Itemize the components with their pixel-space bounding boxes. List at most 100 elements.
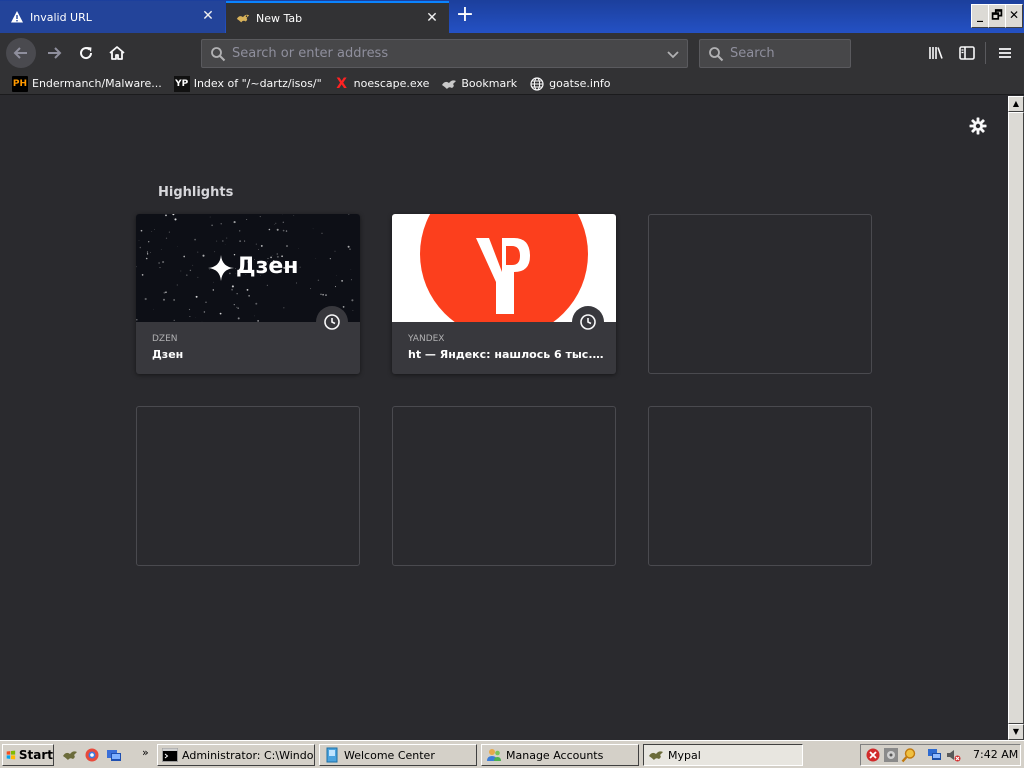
taskbar-item-welcome-center[interactable]: Welcome Center bbox=[319, 744, 477, 766]
mypal-icon bbox=[236, 11, 250, 25]
warning-icon bbox=[10, 10, 24, 24]
search-input[interactable] bbox=[730, 40, 840, 67]
mypal-quicklaunch-icon[interactable] bbox=[62, 747, 78, 763]
bookmark-item[interactable]: X noescape.exe bbox=[334, 75, 430, 92]
bookmark-label: Bookmark bbox=[461, 77, 518, 90]
card-title: ht — Яндекс: нашлось 6 тыс. р... bbox=[408, 348, 604, 361]
arrow-left-icon bbox=[13, 47, 27, 59]
taskbar-item-manage-accounts[interactable]: Manage Accounts bbox=[481, 744, 639, 766]
bookmarks-toolbar: PH Endermanch/Malware... YP Index of "/~… bbox=[0, 73, 1024, 95]
library-icon bbox=[929, 47, 943, 59]
task-label: Mypal bbox=[668, 748, 701, 762]
windows-logo-icon bbox=[6, 750, 16, 760]
sidebar-icon bbox=[959, 46, 975, 60]
task-label: Manage Accounts bbox=[506, 748, 604, 762]
library-button[interactable] bbox=[922, 39, 950, 67]
search-icon bbox=[210, 46, 226, 62]
scroll-up-button[interactable]: ▲ bbox=[1008, 96, 1024, 112]
command-prompt-icon bbox=[162, 748, 178, 762]
taskbar-item-command-prompt[interactable]: Administrator: C:\Windo... bbox=[157, 744, 315, 766]
welcome-center-icon bbox=[326, 747, 338, 763]
search-bar[interactable] bbox=[699, 39, 851, 68]
task-label: Administrator: C:\Windo... bbox=[182, 748, 315, 762]
volume-muted-icon[interactable] bbox=[945, 747, 961, 763]
clock-icon bbox=[572, 306, 604, 338]
home-icon bbox=[109, 46, 125, 60]
site-favicon-icon: PH bbox=[12, 75, 28, 92]
site-favicon-icon: YP bbox=[173, 75, 190, 92]
tab-invalid-url[interactable]: Invalid URL ✕ bbox=[0, 1, 225, 33]
gear-icon[interactable] bbox=[968, 116, 988, 136]
address-input[interactable] bbox=[232, 40, 652, 67]
empty-card-slot bbox=[648, 406, 872, 566]
tab-strip: Invalid URL ✕ New Tab ✕ + _ 🗗 ✕ bbox=[0, 0, 1024, 33]
card-host: DZEN bbox=[152, 334, 178, 344]
show-desktop-icon[interactable] bbox=[106, 747, 122, 763]
bookmark-label: Endermanch/Malware... bbox=[32, 77, 162, 90]
bookmark-label: Index of "/~dartz/isos/" bbox=[193, 77, 322, 90]
close-window-button[interactable]: ✕ bbox=[1005, 4, 1023, 28]
start-label: Start bbox=[18, 748, 53, 762]
start-button[interactable]: Start bbox=[2, 744, 54, 766]
bookmark-item[interactable]: YP Index of "/~dartz/isos/" bbox=[173, 75, 322, 92]
tab-new-tab[interactable]: New Tab ✕ bbox=[226, 1, 449, 33]
tab-label: New Tab bbox=[256, 11, 303, 25]
maximize-button[interactable]: 🗗 bbox=[988, 4, 1006, 28]
tab-label: Invalid URL bbox=[30, 10, 92, 24]
scroll-down-button[interactable]: ▼ bbox=[1008, 724, 1024, 740]
card-host: YANDEX bbox=[408, 334, 445, 344]
empty-card-slot bbox=[392, 406, 616, 566]
new-tab-page: Highlights Дзен DZEN Дзен YANDEX ht — Ян… bbox=[0, 96, 1008, 740]
mypal-icon bbox=[649, 751, 663, 760]
browser-quicklaunch-icon[interactable] bbox=[84, 747, 100, 763]
bookmark-item[interactable]: PH Endermanch/Malware... bbox=[12, 75, 162, 92]
home-button[interactable] bbox=[103, 39, 131, 67]
card-title: Дзен bbox=[152, 348, 184, 361]
bookmark-item[interactable]: goatse.info bbox=[529, 76, 611, 92]
minimize-button[interactable]: _ bbox=[971, 4, 989, 28]
empty-card-slot bbox=[136, 406, 360, 566]
back-button[interactable] bbox=[6, 38, 36, 68]
system-tray: 7:42 AM bbox=[860, 744, 1021, 766]
address-bar[interactable] bbox=[201, 39, 688, 68]
chevron-down-icon[interactable] bbox=[665, 46, 681, 62]
empty-card-slot bbox=[648, 214, 872, 374]
close-tab-icon[interactable]: ✕ bbox=[425, 11, 439, 25]
reload-icon bbox=[80, 47, 93, 60]
hamburger-menu-icon bbox=[999, 48, 1011, 58]
dzen-logo: Дзен bbox=[236, 254, 299, 279]
new-tab-button[interactable]: + bbox=[453, 4, 477, 28]
network-settings-icon[interactable] bbox=[883, 747, 899, 763]
highlight-card-yandex[interactable]: YANDEX ht — Яндекс: нашлось 6 тыс. р... bbox=[392, 214, 616, 374]
sidebar-toggle-button[interactable] bbox=[953, 39, 981, 67]
search-icon bbox=[708, 46, 724, 62]
clock-icon bbox=[316, 306, 348, 338]
bookmark-label: goatse.info bbox=[549, 77, 611, 90]
scroll-thumb[interactable] bbox=[1008, 112, 1024, 724]
taskbar: Start » Administrator: C:\Windo... Welco… bbox=[0, 740, 1024, 768]
mypal-favicon-icon bbox=[441, 76, 457, 92]
close-tab-icon[interactable]: ✕ bbox=[201, 9, 215, 23]
task-label: Welcome Center bbox=[344, 748, 435, 762]
dzen-star-logo-icon bbox=[208, 255, 234, 281]
globe-icon bbox=[529, 76, 545, 92]
user-accounts-icon bbox=[487, 749, 501, 761]
vertical-scrollbar[interactable]: ▲ ▼ bbox=[1008, 96, 1024, 740]
site-favicon-icon: X bbox=[336, 75, 348, 92]
forward-button[interactable] bbox=[40, 39, 68, 67]
navigation-toolbar bbox=[0, 33, 1024, 73]
reload-button[interactable] bbox=[72, 39, 100, 67]
taskbar-item-mypal[interactable]: Mypal bbox=[643, 744, 803, 766]
toolbar-separator bbox=[985, 42, 986, 64]
bookmark-label: noescape.exe bbox=[353, 77, 430, 90]
magnifier-icon[interactable] bbox=[901, 747, 917, 763]
arrow-right-icon bbox=[48, 47, 62, 59]
taskbar-clock: 7:42 AM bbox=[973, 748, 1019, 761]
menu-button[interactable] bbox=[991, 39, 1019, 67]
quicklaunch-overflow-button[interactable]: » bbox=[142, 746, 149, 759]
network-connection-icon[interactable] bbox=[927, 747, 943, 763]
bookmark-item[interactable]: Bookmark bbox=[441, 76, 517, 92]
section-title: Highlights bbox=[158, 185, 234, 200]
security-alert-icon[interactable] bbox=[865, 747, 881, 763]
highlight-card-dzen[interactable]: Дзен DZEN Дзен bbox=[136, 214, 360, 374]
